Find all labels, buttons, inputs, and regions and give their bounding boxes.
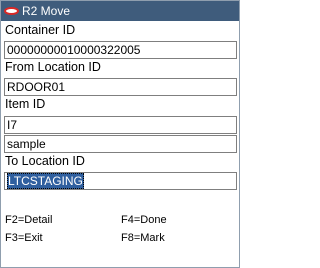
item-description-field[interactable]: sample: [4, 135, 237, 153]
to-location-selected-text: LTCSTAGING: [7, 173, 84, 189]
item-id-field[interactable]: I7: [4, 116, 237, 134]
f3-exit-key[interactable]: F3=Exit: [5, 232, 43, 244]
title-bar: R2 Move: [1, 1, 239, 21]
app-window: R2 Move Container ID 0000000001000032200…: [0, 0, 240, 268]
f8-mark-key[interactable]: F8=Mark: [121, 232, 165, 244]
window-title: R2 Move: [22, 4, 71, 18]
container-id-field[interactable]: 00000000010000322005: [4, 41, 237, 59]
to-location-label: To Location ID: [5, 154, 85, 168]
oracle-logo-icon: [4, 7, 19, 15]
from-location-label: From Location ID: [5, 60, 101, 74]
f2-detail-key[interactable]: F2=Detail: [5, 214, 52, 226]
container-id-label: Container ID: [5, 23, 76, 37]
f4-done-key[interactable]: F4=Done: [121, 214, 167, 226]
to-location-field[interactable]: LTCSTAGING: [4, 172, 237, 190]
from-location-field[interactable]: RDOOR01: [4, 78, 237, 96]
item-id-label: Item ID: [5, 97, 46, 111]
